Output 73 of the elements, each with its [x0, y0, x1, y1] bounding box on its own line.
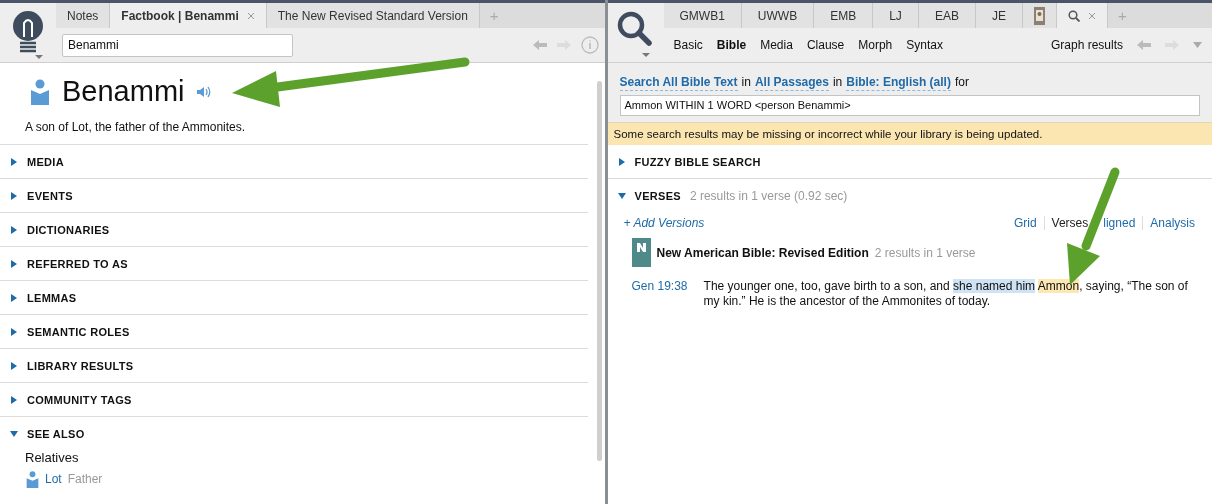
- expand-icon[interactable]: [10, 225, 18, 234]
- article-title: Benammi: [62, 75, 185, 108]
- section-heading[interactable]: LIBRARY RESULTS: [27, 359, 134, 372]
- expand-icon[interactable]: [617, 191, 626, 200]
- expand-icon[interactable]: [10, 395, 18, 404]
- tab[interactable]: Factbook | Benammi: [110, 3, 267, 28]
- search-tab[interactable]: [1056, 3, 1108, 28]
- search-mode-tab[interactable]: Clause: [806, 38, 845, 52]
- criteria-word: for: [954, 75, 969, 91]
- result-summary: 2 results in 1 verse (0.92 sec): [689, 188, 848, 203]
- tab[interactable]: GMWB1: [663, 3, 742, 28]
- criteria-dropdown[interactable]: Search All Bible Text: [619, 75, 738, 91]
- version-summary: 2 results in 1 verse: [874, 245, 976, 260]
- tab[interactable]: LJ: [873, 3, 919, 28]
- version-title[interactable]: New American Bible: Revised Edition: [656, 245, 869, 260]
- section-heading[interactable]: VERSES: [634, 189, 681, 202]
- view-tab[interactable]: Analysis: [1142, 216, 1202, 230]
- criteria-word: in: [832, 75, 843, 91]
- tab[interactable]: EAB: [918, 3, 976, 28]
- add-versions-link[interactable]: + Add Versions: [623, 216, 705, 230]
- view-tab[interactable]: Grid: [1006, 216, 1044, 230]
- book-cover-icon: [631, 238, 651, 267]
- search-icon: [1067, 9, 1080, 22]
- search-mode-tab[interactable]: Basic: [673, 38, 703, 52]
- view-tab[interactable]: Verses: [1043, 216, 1096, 230]
- view-tab[interactable]: ligned: [1095, 216, 1143, 230]
- tab[interactable]: Notes: [56, 3, 111, 28]
- section-heading[interactable]: MEDIA: [27, 155, 64, 168]
- expand-icon[interactable]: [10, 259, 18, 268]
- search-mode-tab[interactable]: Syntax: [906, 38, 943, 52]
- warning-banner: Some search results may be missing or incorrect while your library is being updated.: [607, 122, 1212, 145]
- criteria-dropdown[interactable]: Bible: English (all): [846, 75, 951, 91]
- scrollbar[interactable]: [596, 81, 602, 461]
- verse-text: The younger one, too, gave birth to a son, and she named him Ammon, saying, “The son of my kin.” He is the ancestor of the Ammonites of today.: [703, 279, 1189, 309]
- expand-icon[interactable]: [10, 361, 18, 370]
- relation-label: Father: [67, 472, 103, 487]
- portrait-icon: [1033, 6, 1045, 25]
- search-mode-tab[interactable]: Media: [760, 38, 793, 52]
- section-heading[interactable]: SEMANTIC ROLES: [27, 325, 130, 338]
- verse-reference[interactable]: Gen 19:38: [631, 279, 688, 309]
- expand-icon[interactable]: [10, 157, 18, 166]
- section-heading[interactable]: EVENTS: [27, 189, 73, 202]
- person-icon: [26, 471, 39, 488]
- tab[interactable]: JE: [975, 3, 1023, 28]
- relative-link[interactable]: Lot: [45, 472, 62, 487]
- expand-icon[interactable]: [10, 429, 18, 438]
- person-icon: [30, 78, 50, 105]
- section-heading[interactable]: COMMUNITY TAGS: [27, 393, 132, 406]
- tab[interactable]: [1022, 3, 1057, 28]
- tab[interactable]: UWWB: [741, 3, 815, 28]
- search-icon[interactable]: [616, 10, 655, 59]
- criteria-dropdown[interactable]: All Passages: [754, 75, 829, 91]
- criteria-word: in: [741, 75, 751, 91]
- search-mode-tab[interactable]: Bible: [716, 38, 747, 52]
- search-field[interactable]: Benammi: [62, 33, 294, 57]
- section-heading[interactable]: REFERRED TO AS: [27, 257, 128, 270]
- graph-results-button[interactable]: Graph results: [1050, 38, 1123, 52]
- tab[interactable]: EMB: [814, 3, 874, 28]
- section-heading[interactable]: DICTIONARIES: [27, 223, 110, 236]
- subsection-heading: Relatives: [24, 450, 80, 465]
- search-mode-tab[interactable]: Morph: [858, 38, 893, 52]
- expand-icon[interactable]: [10, 191, 18, 200]
- section-heading[interactable]: SEE ALSO: [27, 427, 85, 440]
- section-heading[interactable]: LEMMAS: [27, 291, 77, 304]
- expand-icon[interactable]: [617, 157, 626, 166]
- query-field[interactable]: Ammon WITHIN 1 WORD <person Benammi>: [619, 95, 1200, 116]
- speaker-icon[interactable]: [196, 85, 211, 98]
- expand-icon[interactable]: [10, 327, 18, 336]
- expand-icon[interactable]: [10, 293, 18, 302]
- description: A son of Lot, the father of the Ammonites.: [24, 119, 247, 136]
- tab[interactable]: The New Revised Standard Version: [266, 3, 480, 28]
- section-heading[interactable]: FUZZY BIBLE SEARCH: [634, 155, 761, 168]
- lightbulb-icon[interactable]: [11, 10, 45, 59]
